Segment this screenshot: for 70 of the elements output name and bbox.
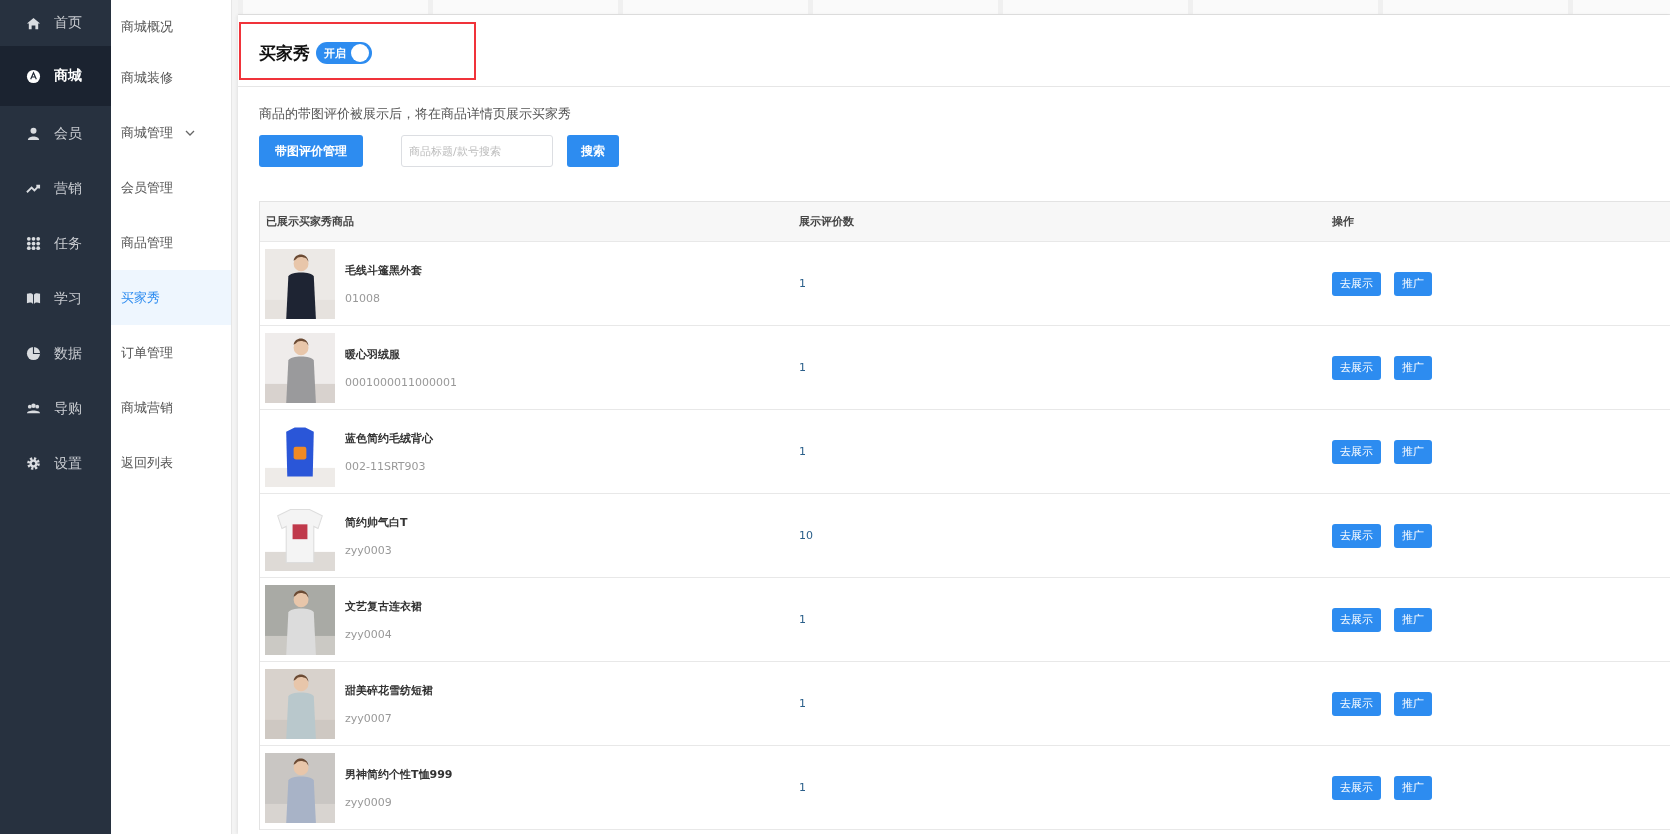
submenu-item[interactable]: 买家秀 <box>111 270 231 325</box>
review-count: 1 <box>798 277 807 290</box>
promote-button[interactable]: 推广 <box>1394 775 1432 800</box>
product-code: zyy0009 <box>345 795 393 809</box>
product-name: 蓝色简约毛绒背心 <box>345 430 433 446</box>
product-code: 0001000011000001 <box>345 375 457 389</box>
nav-item[interactable]: 首页 <box>0 0 111 46</box>
product-name: 男神简约个性T恤999 <box>345 766 453 782</box>
search-button[interactable]: 搜索 <box>567 135 619 167</box>
show-button[interactable]: 去展示 <box>1332 691 1381 716</box>
product-code: zyy0003 <box>345 543 393 557</box>
nav-item[interactable]: 导购 <box>0 381 111 436</box>
promote-button[interactable]: 推广 <box>1394 607 1432 632</box>
settings-icon <box>26 456 41 471</box>
product-name: 甜美碎花雪纺短裙 <box>345 682 433 698</box>
user-icon <box>26 126 41 141</box>
review-count: 1 <box>798 361 807 374</box>
promote-button[interactable]: 推广 <box>1394 523 1432 548</box>
show-button[interactable]: 去展示 <box>1332 523 1381 548</box>
promote-button[interactable]: 推广 <box>1394 439 1432 464</box>
submenu-item[interactable]: 返回列表 <box>111 435 231 490</box>
column-header: 操作 <box>1331 214 1355 229</box>
grid-icon <box>26 236 41 251</box>
submenu-item[interactable]: 商城管理 <box>111 105 231 160</box>
nav-item[interactable]: 设置 <box>0 436 111 491</box>
show-button[interactable]: 去展示 <box>1332 775 1381 800</box>
show-button[interactable]: 去展示 <box>1332 439 1381 464</box>
submenu-item[interactable]: 会员管理 <box>111 160 231 215</box>
product-code: zyy0007 <box>345 711 393 725</box>
product-code: zyy0004 <box>345 627 393 641</box>
promote-button[interactable]: 推广 <box>1394 271 1432 296</box>
submenu-item[interactable]: 商城装修 <box>111 50 231 105</box>
review-count: 1 <box>798 697 807 710</box>
product-name: 毛线斗篷黑外套 <box>345 262 422 278</box>
manage-button[interactable]: 带图评价管理 <box>259 135 363 167</box>
review-count: 10 <box>798 529 814 542</box>
nav-item[interactable]: 会员 <box>0 106 111 161</box>
review-count: 1 <box>798 781 807 794</box>
submenu-item[interactable]: 商品管理 <box>111 215 231 270</box>
people-icon <box>26 401 41 416</box>
product-code: 01008 <box>345 291 381 305</box>
product-name: 简约帅气白T <box>345 514 408 530</box>
show-button[interactable]: 去展示 <box>1332 607 1381 632</box>
show-button[interactable]: 去展示 <box>1332 271 1381 296</box>
toggle-switch[interactable]: 开启 <box>316 42 372 64</box>
submenu-item[interactable]: 商城概况 <box>111 0 231 50</box>
chevron-down-icon <box>185 129 195 136</box>
nav-item[interactable]: 任务 <box>0 216 111 271</box>
circle-logo-icon <box>26 68 41 84</box>
product-name: 暖心羽绒服 <box>345 346 401 362</box>
submenu-item[interactable]: 订单管理 <box>111 325 231 380</box>
pie-chart-icon <box>26 346 41 361</box>
book-icon <box>26 291 41 306</box>
nav-item[interactable]: 商城 <box>0 46 111 106</box>
show-button[interactable]: 去展示 <box>1332 355 1381 380</box>
column-header: 展示评价数 <box>798 214 855 229</box>
nav-item[interactable]: 数据 <box>0 326 111 381</box>
nav-item[interactable]: 学习 <box>0 271 111 326</box>
product-code: 002-11SRT903 <box>345 459 427 473</box>
review-count: 1 <box>798 613 807 626</box>
page-title: 买家秀 <box>259 42 310 65</box>
promote-button[interactable]: 推广 <box>1394 355 1432 380</box>
product-name: 文艺复古连衣裙 <box>345 598 422 614</box>
home-icon <box>26 15 41 31</box>
submenu-item[interactable]: 商城营销 <box>111 380 231 435</box>
review-count: 1 <box>798 445 807 458</box>
description-text: 商品的带图评价被展示后，将在商品详情页展示买家秀 <box>259 105 572 123</box>
promote-button[interactable]: 推广 <box>1394 691 1432 716</box>
column-header: 已展示买家秀商品 <box>265 214 355 229</box>
nav-item[interactable]: 营销 <box>0 161 111 216</box>
